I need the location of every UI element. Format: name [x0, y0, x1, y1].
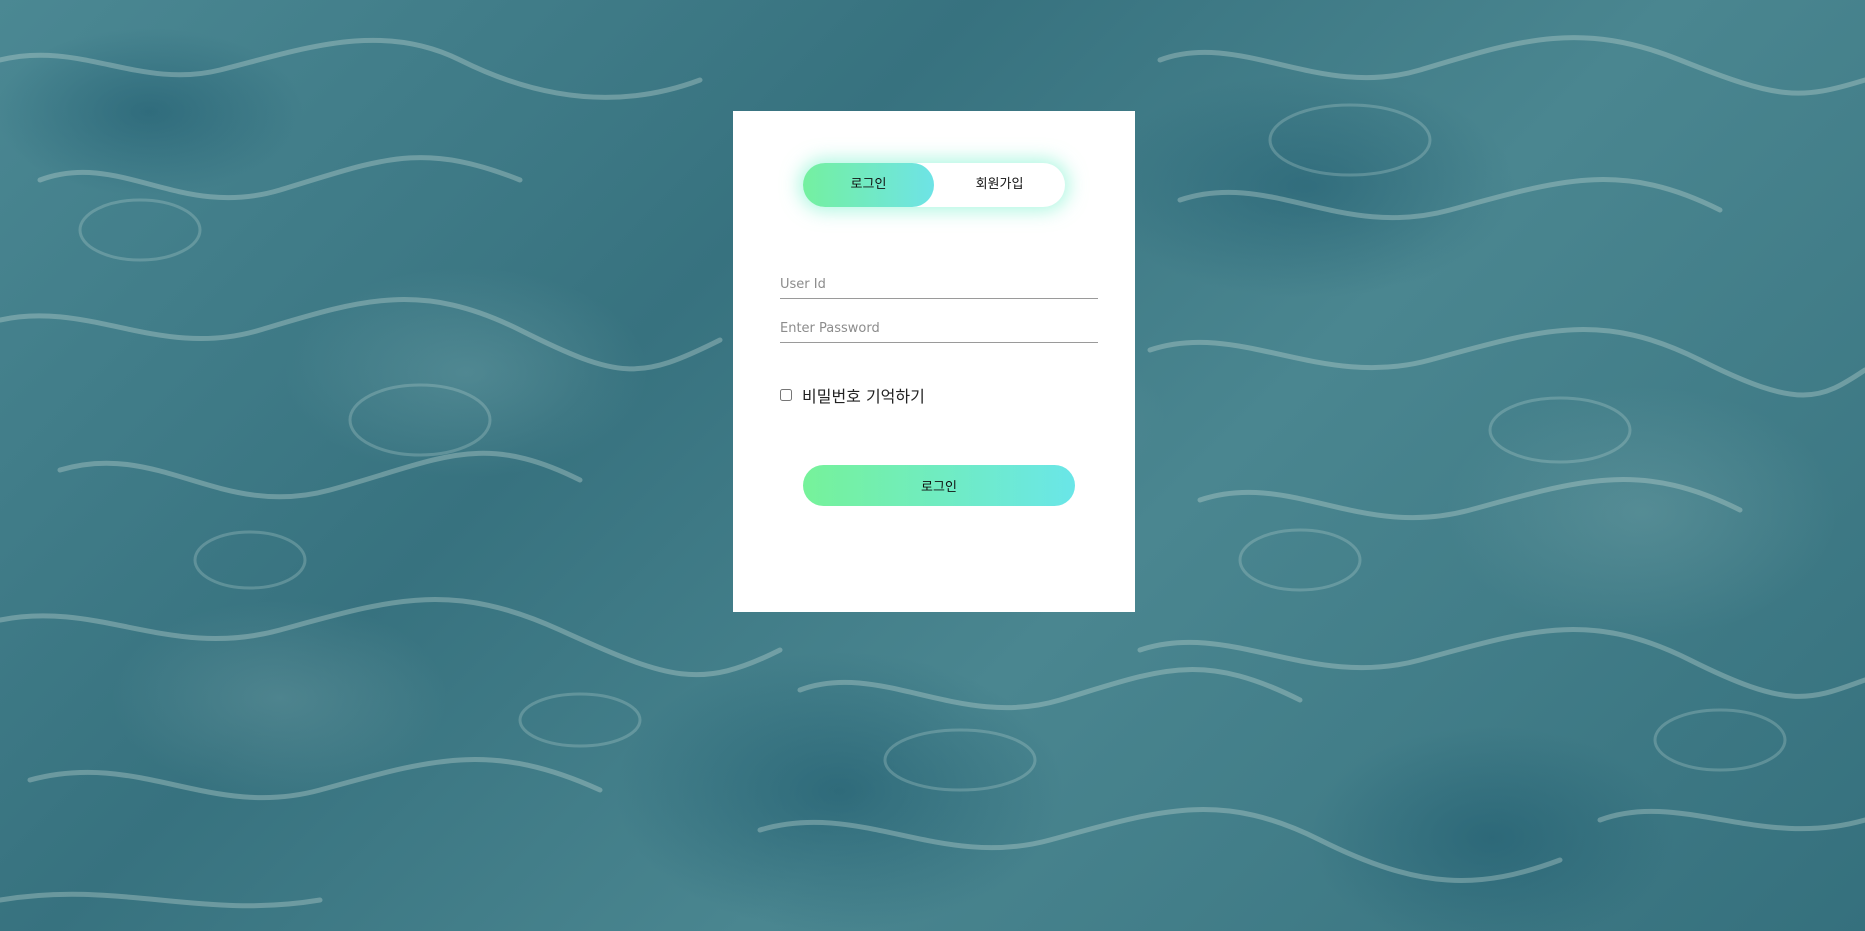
password-input[interactable] — [780, 314, 1098, 343]
remember-password-checkbox[interactable] — [780, 389, 792, 401]
tab-login[interactable]: 로그인 — [803, 163, 934, 207]
login-submit-button[interactable]: 로그인 — [803, 465, 1075, 506]
auth-tab-toggle: 로그인 회원가입 — [803, 163, 1065, 207]
remember-password-row[interactable]: 비밀번호 기억하기 — [780, 383, 925, 407]
tab-signup[interactable]: 회원가입 — [934, 163, 1065, 207]
user-id-input[interactable] — [780, 270, 1098, 299]
login-card: 로그인 회원가입 비밀번호 기억하기 로그인 — [733, 111, 1135, 612]
remember-password-label: 비밀번호 기억하기 — [802, 387, 925, 406]
